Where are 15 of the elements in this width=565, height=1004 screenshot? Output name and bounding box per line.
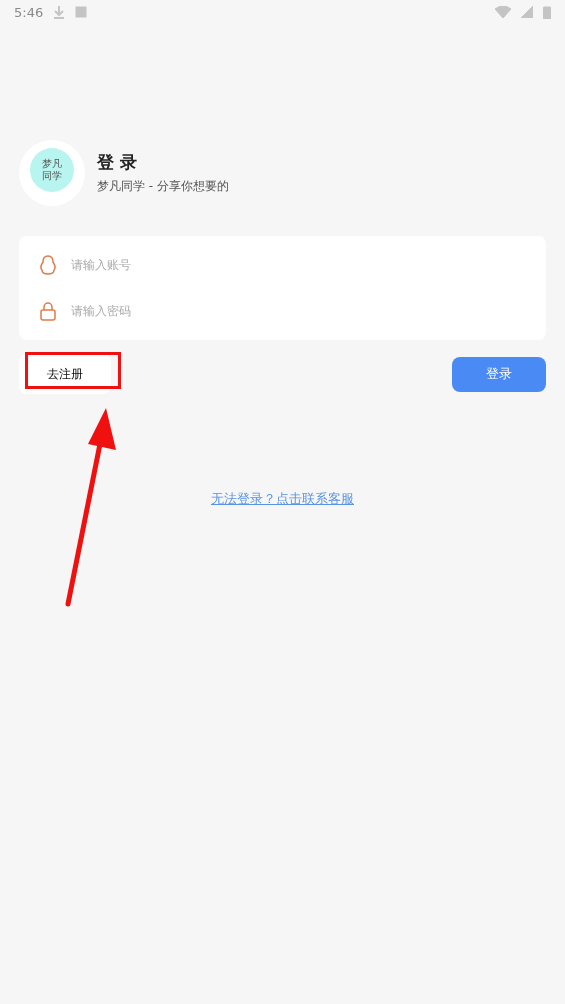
status-time: 5:46 (14, 4, 44, 20)
login-button[interactable]: 登录 (452, 356, 546, 392)
wifi-icon (495, 6, 511, 18)
logo-text: 同学 (42, 170, 62, 182)
battery-icon (543, 5, 551, 19)
signal-icon (521, 6, 533, 18)
contact-support-link[interactable]: 无法登录？点击联系客服 (211, 490, 354, 508)
account-field[interactable]: 请输入账号 (69, 257, 546, 273)
password-field[interactable]: 请输入密码 (69, 303, 546, 319)
app-slogan: 梦凡同学 - 分享你想要的 (97, 178, 229, 195)
page-title: 登 录 (97, 151, 138, 174)
lock-icon (39, 301, 57, 321)
penguin-icon (39, 255, 57, 275)
download-icon (53, 5, 66, 19)
logo-text: 梦凡 (42, 158, 62, 170)
